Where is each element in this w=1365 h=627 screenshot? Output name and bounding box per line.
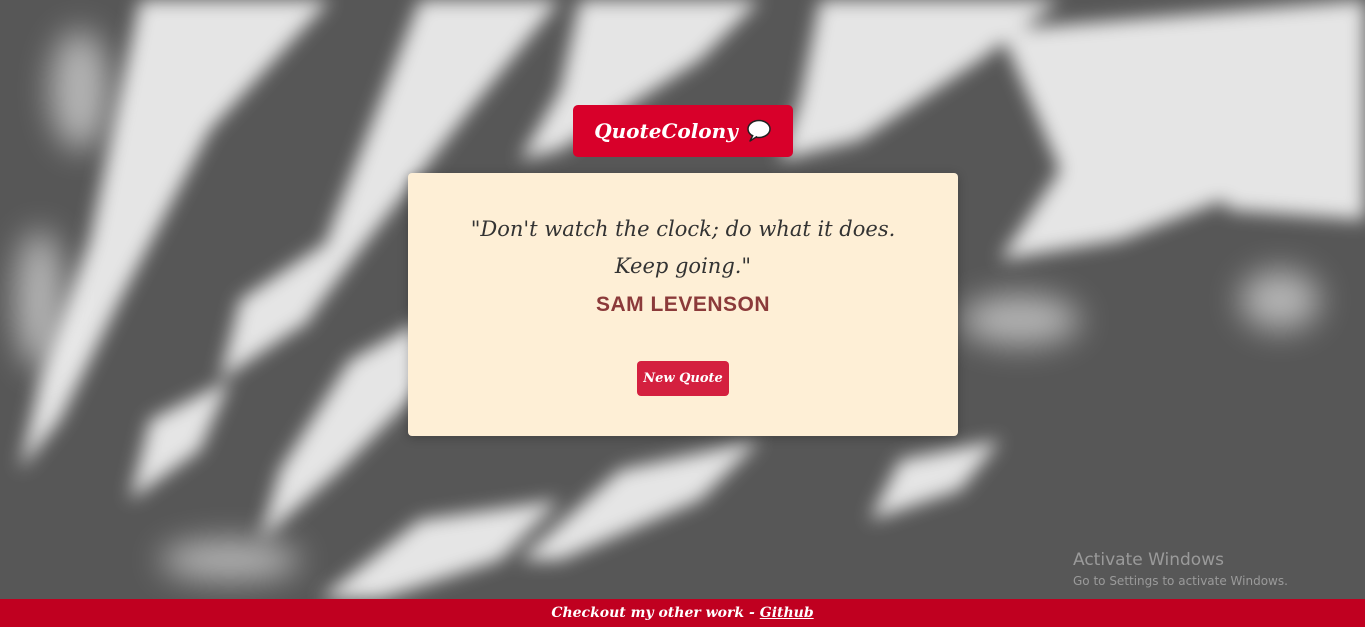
- speech-bubble-icon: [746, 119, 772, 143]
- watermark-subtitle: Go to Settings to activate Windows.: [1073, 574, 1288, 588]
- quote-text: "Don't watch the clock; do what it does.…: [470, 217, 896, 278]
- brand-logo: QuoteColony: [573, 105, 793, 157]
- quote-author: SAM LEVENSON: [595, 293, 771, 316]
- github-link[interactable]: Github: [760, 605, 814, 621]
- watermark-title: Activate Windows: [1073, 550, 1224, 570]
- new-quote-button[interactable]: New Quote: [637, 361, 729, 396]
- footer: Checkout my other work - Github: [0, 599, 1365, 627]
- brand-title: QuoteColony: [594, 119, 738, 143]
- quote-card: "Don't watch the clock; do what it does.…: [408, 173, 958, 436]
- footer-text: Checkout my other work -: [551, 605, 755, 621]
- windows-activation-watermark: Activate Windows Go to Settings to activ…: [1073, 549, 1288, 591]
